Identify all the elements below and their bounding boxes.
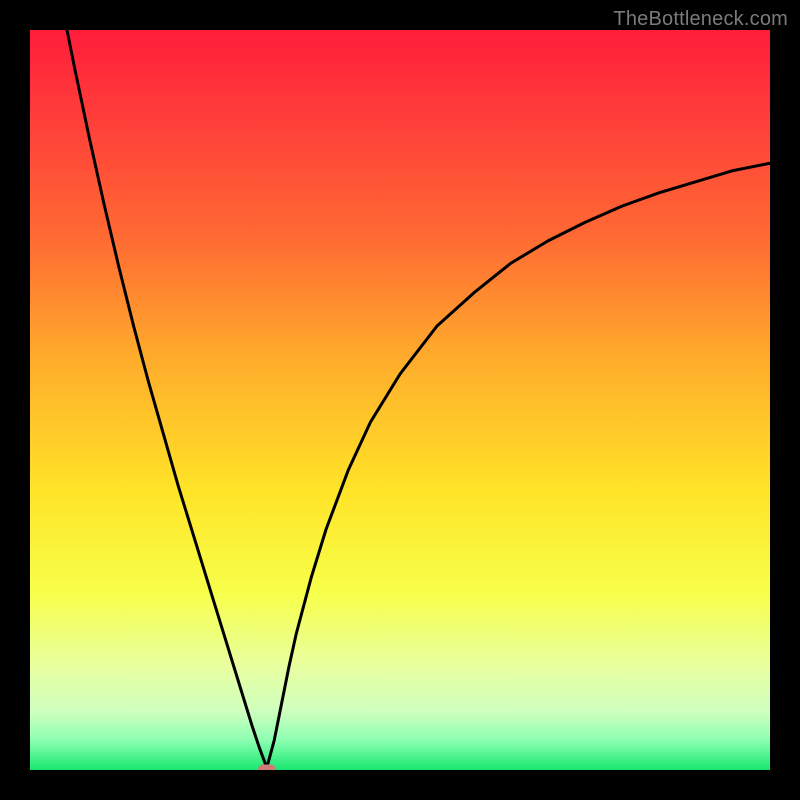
- bottleneck-curve: [30, 30, 770, 770]
- chart-frame: TheBottleneck.com: [0, 0, 800, 800]
- minimum-marker: [258, 765, 276, 771]
- curve-left-branch: [67, 30, 267, 768]
- watermark-text: TheBottleneck.com: [613, 8, 788, 31]
- plot-area: [30, 30, 770, 770]
- curve-right-branch: [267, 163, 770, 768]
